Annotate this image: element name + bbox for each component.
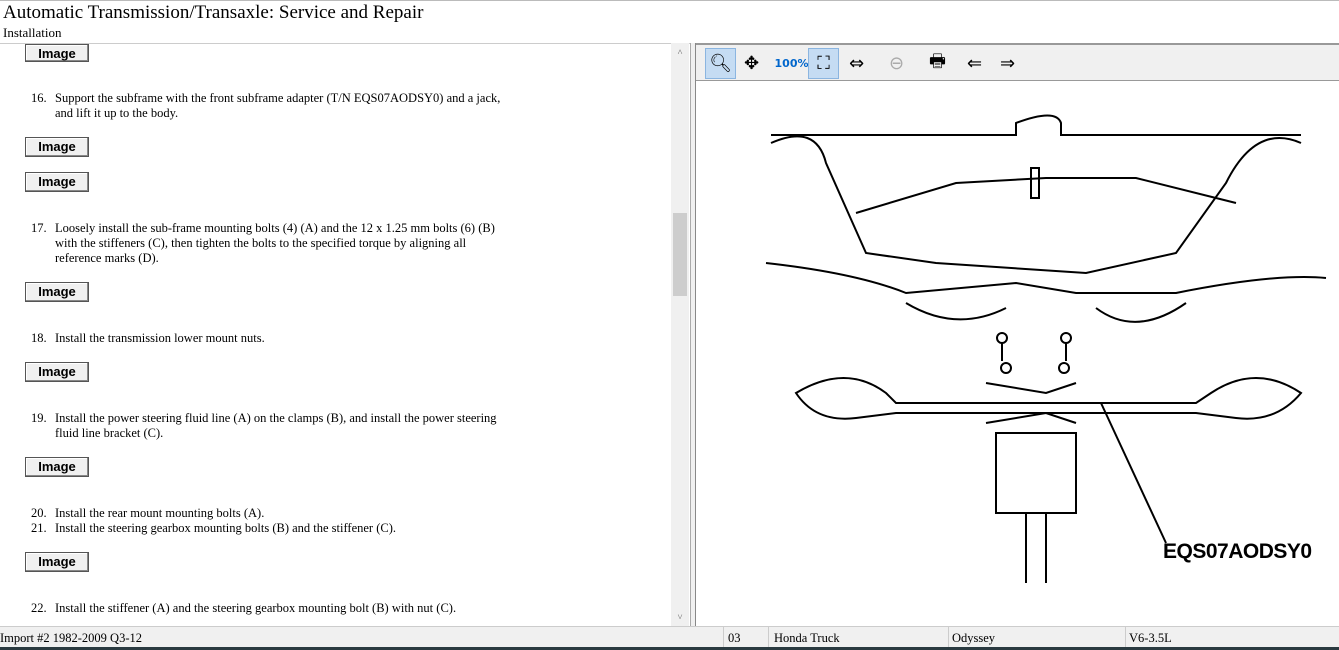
image-button[interactable]: Image bbox=[25, 552, 89, 572]
step-number: 16. bbox=[31, 91, 47, 105]
image-viewer: 🔍︎ ✥ 100% ⛶ ⇔ ⊖ 🖶 ⇐ ⇒ EQS07AODSY0 bbox=[695, 43, 1339, 626]
scroll-up-icon[interactable]: ˄ bbox=[671, 47, 689, 57]
step-text: Support the subframe with the front subf… bbox=[55, 91, 501, 120]
step-19: 19. Install the power steering fluid line… bbox=[31, 411, 511, 441]
step-text: Install the steering gearbox mounting bo… bbox=[55, 521, 397, 535]
image-button[interactable]: Image bbox=[25, 282, 89, 302]
instructions-pane: Image 16. Support the subframe with the f… bbox=[0, 43, 690, 626]
step-text: Loosely install the sub-frame mounting b… bbox=[55, 221, 495, 265]
zoom-fit-icon[interactable]: ⛶ bbox=[808, 48, 839, 79]
status-source: Import #2 1982-2009 Q3-12 bbox=[0, 631, 142, 645]
step-number: 17. bbox=[31, 221, 47, 235]
step-16: 16. Support the subframe with the front s… bbox=[31, 91, 511, 121]
next-image-icon[interactable]: ⇒ bbox=[992, 48, 1023, 79]
scrollbar-thumb[interactable] bbox=[673, 213, 687, 296]
image-button[interactable]: Image bbox=[25, 172, 89, 192]
status-code: 03 bbox=[728, 631, 741, 645]
image-button[interactable]: Image bbox=[25, 457, 89, 477]
status-engine: V6-3.5L bbox=[1129, 631, 1172, 645]
viewer-toolbar: 🔍︎ ✥ 100% ⛶ ⇔ ⊖ 🖶 ⇐ ⇒ bbox=[696, 43, 1339, 81]
step-text: Install the transmission lower mount nut… bbox=[55, 331, 265, 345]
step-22: 22. Install the stiffener (A) and the ste… bbox=[31, 601, 511, 616]
zoom-in-icon[interactable]: 🔍︎ bbox=[705, 48, 736, 79]
scroll-down-icon[interactable]: ˅ bbox=[671, 612, 689, 622]
status-separator bbox=[1125, 627, 1126, 649]
status-make: Honda Truck bbox=[774, 631, 840, 645]
window-border bbox=[0, 0, 1339, 1]
image-button[interactable]: Image bbox=[25, 44, 89, 62]
step-21: 21. Install the steering gearbox mounting… bbox=[31, 521, 511, 536]
step-number: 21. bbox=[31, 521, 47, 535]
step-number: 20. bbox=[31, 506, 47, 520]
pan-icon[interactable]: ✥ bbox=[736, 48, 767, 79]
status-separator bbox=[723, 627, 724, 649]
step-18: 18. Install the transmission lower mount … bbox=[31, 331, 511, 346]
status-model: Odyssey bbox=[952, 631, 996, 645]
step-number: 18. bbox=[31, 331, 47, 345]
status-bar: Import #2 1982-2009 Q3-12 03 Honda Truck… bbox=[0, 626, 1339, 649]
step-text: Install the stiffener (A) and the steeri… bbox=[55, 601, 457, 615]
image-button[interactable]: Image bbox=[25, 362, 89, 382]
previous-image-icon[interactable]: ⇐ bbox=[959, 48, 990, 79]
diagram-label: EQS07AODSY0 bbox=[1163, 540, 1312, 563]
zoom-100-icon[interactable]: 100% bbox=[775, 48, 809, 79]
image-button[interactable]: Image bbox=[25, 137, 89, 157]
step-number: 22. bbox=[31, 601, 47, 615]
step-17: 17. Loosely install the sub-frame mountin… bbox=[31, 221, 511, 266]
vertical-scrollbar[interactable]: ˄ ˅ bbox=[671, 43, 689, 626]
step-text: Install the rear mount mounting bolts (A… bbox=[55, 506, 265, 520]
step-20: 20. Install the rear mount mounting bolts… bbox=[31, 506, 511, 521]
step-text: Install the power steering fluid line (A… bbox=[55, 411, 497, 440]
status-separator bbox=[768, 627, 769, 649]
page-subtitle: Installation bbox=[3, 25, 62, 40]
page-title: Automatic Transmission/Transaxle: Servic… bbox=[3, 2, 424, 23]
zoom-out-icon[interactable]: ⊖ bbox=[881, 48, 912, 79]
zoom-width-icon[interactable]: ⇔ bbox=[841, 48, 872, 79]
status-separator bbox=[948, 627, 949, 649]
step-number: 19. bbox=[31, 411, 47, 425]
print-icon[interactable]: 🖶 bbox=[922, 48, 953, 79]
